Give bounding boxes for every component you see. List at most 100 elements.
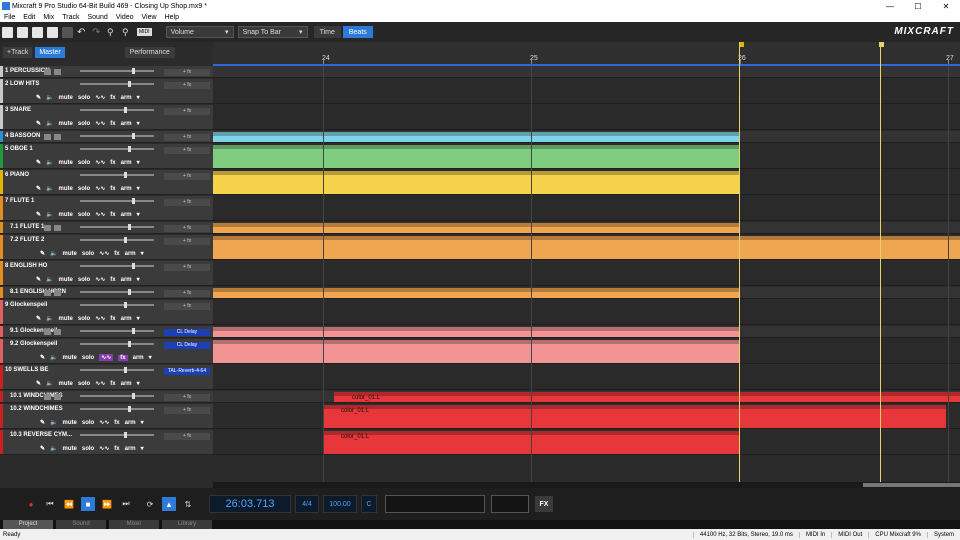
volume-slider[interactable] <box>80 434 154 436</box>
instrument-icon[interactable]: ✎ <box>36 185 41 192</box>
menu-view[interactable]: View <box>138 14 161 21</box>
chevron-down-icon[interactable]: ▾ <box>137 380 140 387</box>
loop-button[interactable]: ⟳ <box>143 497 157 511</box>
track-row[interactable]: 6 PIANO + fx ✎ 🔈 mute solo ∿∿ fx arm ▾ <box>0 170 213 195</box>
tab-mixer[interactable]: Mixer <box>109 520 159 529</box>
new-file-icon[interactable] <box>2 26 13 38</box>
fx-button[interactable]: fx <box>110 160 115 166</box>
menu-mix[interactable]: Mix <box>39 14 58 21</box>
arm-button[interactable]: arm <box>121 277 132 283</box>
audio-clip[interactable] <box>213 236 960 259</box>
volume-slider[interactable] <box>80 304 154 306</box>
arm-button[interactable]: arm <box>125 251 136 257</box>
add-track-button[interactable]: +Track <box>3 46 33 58</box>
chevron-down-icon[interactable]: ▾ <box>141 419 144 426</box>
arm-button[interactable]: arm <box>121 121 132 127</box>
timeline-ruler[interactable]: 24 25 26 27 <box>213 42 960 66</box>
track-lane[interactable]: color_01.L <box>213 391 960 403</box>
mute-button[interactable]: mute <box>59 160 73 166</box>
mute-mini-icon[interactable] <box>44 69 51 75</box>
volume-slider[interactable] <box>80 70 154 72</box>
track-fx-slot[interactable]: + fx <box>164 290 210 297</box>
volume-select[interactable]: Volume ▾ <box>165 26 234 38</box>
track-fx-slot[interactable]: + fx <box>164 407 210 414</box>
minimize-button[interactable]: — <box>876 2 904 11</box>
speaker-icon[interactable]: 🔈 <box>46 315 53 322</box>
solo-button[interactable]: solo <box>82 420 94 426</box>
audio-clip[interactable]: color_01.L <box>334 392 960 402</box>
fx-button[interactable]: fx <box>110 121 115 127</box>
fx-button[interactable]: fx <box>110 186 115 192</box>
track-name[interactable]: 7.2 FLUTE 2 <box>10 237 44 243</box>
automation-icon[interactable]: ∿∿ <box>99 354 114 361</box>
metronome-button[interactable]: ▲ <box>162 497 176 511</box>
mute-button[interactable]: mute <box>59 277 73 283</box>
track-name[interactable]: 6 PIANO <box>5 172 29 178</box>
mute-button[interactable]: mute <box>63 251 77 257</box>
track-lane[interactable] <box>213 365 960 390</box>
instrument-icon[interactable]: ✎ <box>40 250 45 257</box>
chevron-down-icon[interactable]: ▾ <box>137 276 140 283</box>
solo-button[interactable]: solo <box>78 121 90 127</box>
rewind-button[interactable]: ⏪ <box>62 497 76 511</box>
track-fx-slot[interactable]: + fx <box>164 433 210 440</box>
volume-slider[interactable] <box>80 148 154 150</box>
solo-button[interactable]: solo <box>82 251 94 257</box>
arm-button[interactable]: arm <box>121 95 132 101</box>
fx-button[interactable]: fx <box>110 381 115 387</box>
solo-mini-icon[interactable] <box>54 329 61 335</box>
track-lane[interactable] <box>213 131 960 143</box>
track-name[interactable]: 7.1 FLUTE 1 <box>10 224 44 230</box>
track-row[interactable]: 9 Glockenspeil + fx ✎ 🔈 mute solo ∿∿ fx arm ▾ <box>0 300 213 325</box>
automation-icon[interactable]: ∿∿ <box>95 185 105 192</box>
mute-button[interactable]: mute <box>59 121 73 127</box>
menu-edit[interactable]: Edit <box>19 14 39 21</box>
instrument-icon[interactable]: ✎ <box>36 120 41 127</box>
instrument-icon[interactable]: ✎ <box>36 276 41 283</box>
track-fx-slot[interactable]: + fx <box>164 147 210 154</box>
tab-sound[interactable]: Sound <box>56 520 106 529</box>
volume-knob[interactable] <box>132 393 135 399</box>
instrument-icon[interactable]: ✎ <box>40 419 45 426</box>
track-row[interactable]: 9.1 Glockenspeil CL Delay <box>0 326 213 338</box>
automation-icon[interactable]: ∿∿ <box>99 445 109 452</box>
arm-button[interactable]: arm <box>121 316 132 322</box>
mute-mini-icon[interactable] <box>44 329 51 335</box>
track-name[interactable]: 8 ENGLISH HO <box>5 263 47 269</box>
fx-button[interactable]: fx <box>110 212 115 218</box>
track-name[interactable]: 5 OBOE 1 <box>5 146 33 152</box>
time-toggle[interactable]: Time <box>313 26 341 38</box>
menu-video[interactable]: Video <box>112 14 138 21</box>
track-row[interactable]: 1 PERCUSSION + fx <box>0 66 213 78</box>
audio-clip[interactable] <box>213 327 739 337</box>
solo-button[interactable]: solo <box>78 95 90 101</box>
fx-button[interactable]: fx <box>114 446 119 452</box>
volume-slider[interactable] <box>80 395 154 397</box>
automation-icon[interactable]: ∿∿ <box>95 380 105 387</box>
track-name[interactable]: 2 LOW HITS <box>5 81 39 87</box>
chevron-down-icon[interactable]: ▾ <box>137 120 140 127</box>
volume-knob[interactable] <box>132 263 135 269</box>
zoom-out-icon[interactable]: ⚲ <box>122 27 133 38</box>
automation-icon[interactable]: ∿∿ <box>95 211 105 218</box>
instrument-icon[interactable]: ✎ <box>36 380 41 387</box>
track-fx-slot[interactable]: + fx <box>164 394 210 401</box>
automation-icon[interactable]: ∿∿ <box>95 120 105 127</box>
arm-button[interactable]: arm <box>121 186 132 192</box>
volume-knob[interactable] <box>132 328 135 334</box>
volume-knob[interactable] <box>128 224 131 230</box>
master-button[interactable]: Master <box>35 46 65 58</box>
volume-knob[interactable] <box>124 107 127 113</box>
mute-button[interactable]: mute <box>63 446 77 452</box>
volume-slider[interactable] <box>80 135 154 137</box>
mute-mini-icon[interactable] <box>44 394 51 400</box>
track-fx-slot[interactable]: + fx <box>164 69 210 76</box>
speaker-icon[interactable]: 🔈 <box>46 276 53 283</box>
track-lane[interactable] <box>213 66 960 78</box>
arm-button[interactable]: arm <box>133 355 144 361</box>
mute-mini-icon[interactable] <box>44 290 51 296</box>
solo-button[interactable]: solo <box>78 160 90 166</box>
track-row[interactable]: 9.2 Glockenspeil CL Delay ✎ 🔈 mute solo ∿∿ fx ar… <box>0 339 213 364</box>
speaker-icon[interactable]: 🔈 <box>46 211 53 218</box>
volume-slider[interactable] <box>80 265 154 267</box>
